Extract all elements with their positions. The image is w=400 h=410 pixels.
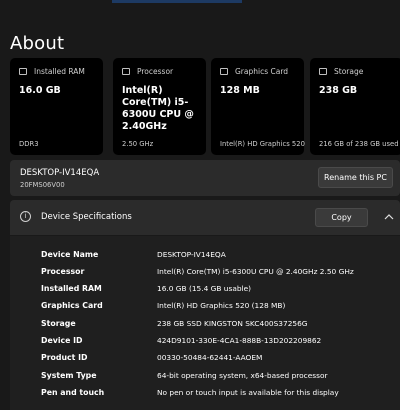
- processor-icon: [122, 68, 130, 75]
- spec-row-installed-ram: Installed RAM 16.0 GB (15.4 GB usable): [10, 281, 400, 298]
- card-value: 128 MB: [220, 85, 260, 96]
- spec-value: Intel(R) HD Graphics 520 (128 MB): [157, 301, 286, 310]
- spec-key: Device Name: [41, 250, 99, 259]
- card-graphics: Graphics Card 128 MB Intel(R) HD Graphic…: [211, 58, 305, 155]
- top-accent-bar: [112, 0, 242, 3]
- spec-value: 64-bit operating system, x64-based proce…: [157, 371, 328, 380]
- spec-key: System Type: [41, 371, 97, 380]
- summary-cards: Installed RAM 16.0 GB DDR3 Processor Int…: [10, 58, 400, 155]
- device-specifications-list: Device Name DESKTOP-IV14EQA Processor In…: [10, 236, 400, 410]
- card-label: Installed RAM: [34, 67, 85, 76]
- page-title: About: [10, 33, 65, 54]
- card-sub: 216 GB of 238 GB used: [319, 140, 399, 148]
- spec-value: 424D9101-330E-4CA1-888B-13D202209862: [157, 336, 322, 345]
- spec-row-device-name: Device Name DESKTOP-IV14EQA: [10, 247, 400, 264]
- device-name-bar: DESKTOP-IV14EQA 20FMS06V00 Rename this P…: [10, 160, 400, 196]
- spec-value: 00330-50484-62441-AAOEM: [157, 353, 263, 362]
- spec-value: No pen or touch input is available for t…: [157, 388, 339, 397]
- spec-key: Product ID: [41, 353, 88, 362]
- spec-value: 16.0 GB (15.4 GB usable): [157, 284, 252, 293]
- section-title: Device Specifications: [41, 212, 132, 222]
- card-installed-ram: Installed RAM 16.0 GB DDR3: [10, 58, 103, 155]
- chevron-up-icon[interactable]: [383, 211, 395, 223]
- spec-value: Intel(R) Core(TM) i5-6300U CPU @ 2.40GHz…: [157, 267, 354, 276]
- spec-row-product-id: Product ID 00330-50484-62441-AAOEM: [10, 350, 400, 367]
- spec-row-device-id: Device ID 424D9101-330E-4CA1-888B-13D202…: [10, 333, 400, 350]
- device-specifications-header[interactable]: i Device Specifications Copy: [10, 200, 400, 235]
- spec-key: Graphics Card: [41, 301, 103, 310]
- copy-button[interactable]: Copy: [315, 208, 368, 227]
- card-value: 16.0 GB: [19, 85, 61, 96]
- spec-key: Pen and touch: [41, 388, 105, 397]
- storage-icon: [319, 68, 327, 75]
- card-label: Graphics Card: [235, 67, 289, 76]
- spec-key: Storage: [41, 319, 76, 328]
- card-value: 238 GB: [319, 85, 358, 96]
- card-label: Processor: [137, 67, 174, 76]
- spec-row-processor: Processor Intel(R) Core(TM) i5-6300U CPU…: [10, 264, 400, 281]
- spec-value: 238 GB SSD KINGSTON SKC400S37256G: [157, 319, 308, 328]
- memory-icon: [19, 68, 27, 75]
- info-icon: i: [20, 211, 31, 222]
- pc-name: DESKTOP-IV14EQA: [20, 168, 100, 178]
- spec-row-system-type: System Type 64-bit operating system, x64…: [10, 368, 400, 385]
- pc-model: 20FMS06V00: [20, 181, 65, 189]
- rename-pc-button[interactable]: Rename this PC: [318, 167, 393, 188]
- spec-row-storage: Storage 238 GB SSD KINGSTON SKC400S37256…: [10, 316, 400, 333]
- spec-key: Device ID: [41, 336, 83, 345]
- spec-key: Processor: [41, 267, 85, 276]
- card-sub: 2.50 GHz: [122, 140, 154, 148]
- card-storage: Storage 238 GB 216 GB of 238 GB used: [310, 58, 400, 155]
- card-label: Storage: [334, 67, 364, 76]
- card-sub: DDR3: [19, 140, 39, 148]
- spec-key: Installed RAM: [41, 284, 102, 293]
- spec-row-pen-and-touch: Pen and touch No pen or touch input is a…: [10, 385, 400, 402]
- graphics-card-icon: [220, 68, 228, 75]
- card-processor: Processor Intel(R) Core(TM) i5-6300U CPU…: [113, 58, 206, 155]
- spec-value: DESKTOP-IV14EQA: [157, 250, 226, 259]
- card-sub: Intel(R) HD Graphics 520: [220, 140, 305, 148]
- spec-row-graphics-card: Graphics Card Intel(R) HD Graphics 520 (…: [10, 298, 400, 315]
- card-value: Intel(R) Core(TM) i5-6300U CPU @ 2.40GHz: [122, 85, 194, 132]
